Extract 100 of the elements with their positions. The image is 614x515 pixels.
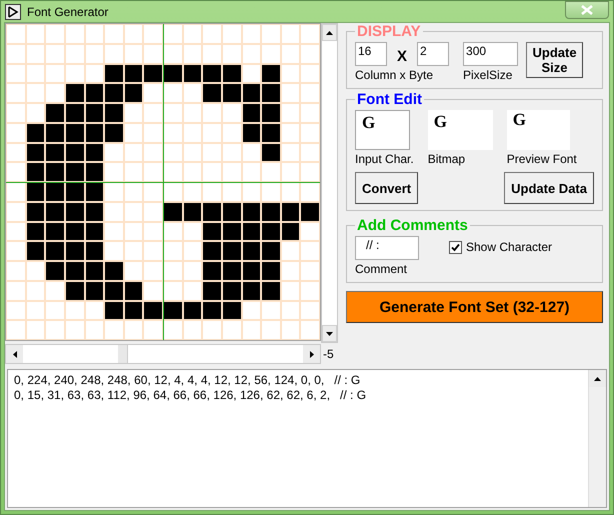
- pixel-cell[interactable]: [105, 242, 123, 260]
- pixel-cell[interactable]: [86, 84, 104, 102]
- pixel-cell[interactable]: [222, 302, 240, 320]
- pixel-cell[interactable]: [86, 44, 104, 62]
- pixel-cell[interactable]: [301, 183, 319, 201]
- pixel-cell[interactable]: [164, 321, 182, 339]
- pixel-cell[interactable]: [242, 262, 260, 280]
- pixel-cell[interactable]: [124, 84, 142, 102]
- pixel-cell[interactable]: [26, 25, 44, 43]
- pixel-cell[interactable]: [184, 242, 202, 260]
- pixel-cell[interactable]: [222, 163, 240, 181]
- pixel-cell[interactable]: [282, 183, 300, 201]
- pixel-cell[interactable]: [7, 64, 25, 82]
- pixel-cell[interactable]: [86, 183, 104, 201]
- pixel-cell[interactable]: [222, 242, 240, 260]
- pixel-cell[interactable]: [46, 222, 64, 240]
- pixel-cell[interactable]: [26, 44, 44, 62]
- pixel-cell[interactable]: [26, 144, 44, 162]
- pixel-cell[interactable]: [46, 25, 64, 43]
- pixel-cell[interactable]: [164, 84, 182, 102]
- pixel-cell[interactable]: [46, 183, 64, 201]
- pixel-cell[interactable]: [242, 144, 260, 162]
- pixel-cell[interactable]: [7, 262, 25, 280]
- pixel-cell[interactable]: [66, 222, 84, 240]
- pixel-cell[interactable]: [105, 222, 123, 240]
- pixel-cell[interactable]: [203, 302, 221, 320]
- pixel-cell[interactable]: [86, 222, 104, 240]
- pixel-cell[interactable]: [282, 124, 300, 142]
- pixel-cell[interactable]: [7, 104, 25, 122]
- pixel-cell[interactable]: [26, 202, 44, 220]
- checkbox[interactable]: [449, 240, 462, 254]
- pixel-cell[interactable]: [66, 144, 84, 162]
- pixel-cell[interactable]: [144, 44, 162, 62]
- pixel-cell[interactable]: [144, 183, 162, 201]
- pixel-cell[interactable]: [144, 64, 162, 82]
- pixel-cell[interactable]: [66, 302, 84, 320]
- pixel-cell[interactable]: [262, 124, 280, 142]
- pixel-cell[interactable]: [26, 242, 44, 260]
- pixel-cell[interactable]: [301, 144, 319, 162]
- pixel-cell[interactable]: [66, 163, 84, 181]
- pixel-cell[interactable]: [86, 302, 104, 320]
- pixel-cell[interactable]: [26, 64, 44, 82]
- pixel-cell[interactable]: [144, 163, 162, 181]
- pixel-cell[interactable]: [7, 202, 25, 220]
- pixel-cell[interactable]: [124, 44, 142, 62]
- pixel-cell[interactable]: [282, 163, 300, 181]
- pixel-cell[interactable]: [144, 25, 162, 43]
- pixel-cell[interactable]: [86, 242, 104, 260]
- pixel-cell[interactable]: [105, 104, 123, 122]
- pixel-cell[interactable]: [242, 64, 260, 82]
- pixel-cell[interactable]: [184, 262, 202, 280]
- pixel-cell[interactable]: [301, 44, 319, 62]
- pixel-cell[interactable]: [124, 222, 142, 240]
- show-character-checkbox[interactable]: Show Character: [449, 240, 552, 254]
- pixel-cell[interactable]: [105, 183, 123, 201]
- update-data-button[interactable]: Update Data: [504, 172, 594, 204]
- pixel-cell[interactable]: [242, 302, 260, 320]
- pixel-cell[interactable]: [262, 84, 280, 102]
- pixel-cell[interactable]: [222, 202, 240, 220]
- pixel-cell[interactable]: [124, 144, 142, 162]
- generate-font-set-button[interactable]: Generate Font Set (32-127): [346, 291, 603, 323]
- pixel-cell[interactable]: [26, 163, 44, 181]
- pixel-cell[interactable]: [144, 302, 162, 320]
- pixel-cell[interactable]: [184, 25, 202, 43]
- pixel-cell[interactable]: [7, 144, 25, 162]
- pixel-cell[interactable]: [164, 183, 182, 201]
- pixel-cell[interactable]: [222, 25, 240, 43]
- pixel-cell[interactable]: [26, 282, 44, 300]
- pixel-cell[interactable]: [203, 282, 221, 300]
- vertical-scrollbar[interactable]: [588, 370, 606, 507]
- pixel-cell[interactable]: [7, 183, 25, 201]
- pixel-cell[interactable]: [66, 44, 84, 62]
- pixel-cell[interactable]: [66, 282, 84, 300]
- pixel-cell[interactable]: [164, 44, 182, 62]
- pixel-cell[interactable]: [222, 262, 240, 280]
- pixel-cell[interactable]: [105, 44, 123, 62]
- pixel-cell[interactable]: [222, 44, 240, 62]
- pixel-cell[interactable]: [66, 242, 84, 260]
- pixel-cell[interactable]: [282, 222, 300, 240]
- pixel-cell[interactable]: [262, 262, 280, 280]
- pixel-cell[interactable]: [203, 183, 221, 201]
- pixel-cell[interactable]: [46, 262, 64, 280]
- output-text-area[interactable]: 0, 224, 240, 248, 248, 60, 12, 4, 4, 4, 12, 12, 56, 124, 0, 0, // : G 0, 15, 31, 63, 63, 112, 96, 64, 66, 66, 126, 126, 62, 62, 6, 2, // : G: [7, 369, 607, 508]
- pixel-cell[interactable]: [46, 144, 64, 162]
- pixel-size-field[interactable]: 300: [463, 42, 518, 66]
- pixel-cell[interactable]: [282, 44, 300, 62]
- convert-button[interactable]: Convert: [355, 172, 418, 204]
- pixel-cell[interactable]: [164, 302, 182, 320]
- pixel-cell[interactable]: [301, 321, 319, 339]
- pixel-cell[interactable]: [7, 302, 25, 320]
- pixel-cell[interactable]: [46, 202, 64, 220]
- pixel-cell[interactable]: [262, 25, 280, 43]
- pixel-cell[interactable]: [164, 202, 182, 220]
- pixel-cell[interactable]: [301, 84, 319, 102]
- pixel-cell[interactable]: [86, 202, 104, 220]
- pixel-cell[interactable]: [86, 25, 104, 43]
- pixel-cell[interactable]: [105, 262, 123, 280]
- pixel-cell[interactable]: [301, 64, 319, 82]
- pixel-cell[interactable]: [46, 84, 64, 102]
- pixel-cell[interactable]: [144, 242, 162, 260]
